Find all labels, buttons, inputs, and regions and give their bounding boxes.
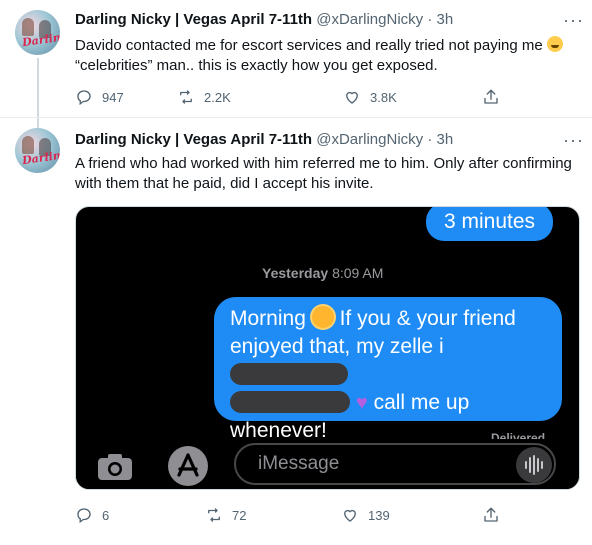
- tweet-image[interactable]: 3 minutes Yesterday 8:09 AM Morning If y…: [75, 206, 580, 490]
- redaction-block: [230, 391, 350, 413]
- tweet[interactable]: Darling Darling Nicky | Vegas April 7-11…: [0, 0, 592, 128]
- message-bubble: 3 minutes: [426, 207, 553, 241]
- reply-icon: [77, 90, 91, 106]
- app-store-icon: [168, 446, 208, 486]
- tweet-text: Davido contacted me for escort services …: [75, 36, 580, 76]
- share-button[interactable]: [482, 506, 509, 524]
- share-button[interactable]: [482, 88, 509, 106]
- tweet-actions: 947 2.2K 3.8K: [75, 88, 498, 108]
- display-name[interactable]: Darling Nicky | Vegas April 7-11th: [75, 11, 312, 28]
- avatar-figure: [22, 136, 34, 154]
- share-icon: [484, 507, 498, 522]
- tweet-text: A friend who had worked with him referre…: [75, 155, 572, 192]
- reply-count: 947: [102, 89, 124, 105]
- tweet-text-part: “celebrities” man.. this is exactly how …: [75, 57, 438, 74]
- avatar[interactable]: Darling: [15, 128, 60, 173]
- separator-dot: ·: [427, 131, 433, 148]
- laughing-emoji-icon: [546, 36, 563, 52]
- camera-icon: [98, 454, 132, 480]
- reply-icon: [77, 508, 91, 524]
- timestamp-time: 8:09 AM: [332, 265, 384, 281]
- reply-count: 6: [102, 507, 110, 523]
- message-bubble: Morning If you & your friend enjoyed tha…: [214, 297, 562, 442]
- avatar-figure: [22, 18, 34, 36]
- separator-dot: ·: [427, 11, 433, 28]
- share-icon: [484, 89, 498, 104]
- timestamp-day: Yesterday: [262, 265, 329, 281]
- tweet-header: Darling Nicky | Vegas April 7-11th @xDar…: [75, 10, 453, 30]
- redacted-link: [230, 391, 350, 414]
- retweet-icon: [180, 90, 192, 104]
- message-text: enjoyed that, my zelle i: [230, 335, 444, 358]
- avatar[interactable]: Darling: [15, 10, 60, 55]
- sun-emoji-icon: [311, 306, 334, 328]
- retweet-count: 2.2K: [204, 89, 231, 105]
- message-text: call me up: [373, 391, 470, 414]
- like-count: 139: [368, 507, 390, 523]
- tweet-header: Darling Nicky | Vegas April 7-11th @xDar…: [75, 130, 453, 150]
- reply-button[interactable]: 947: [75, 88, 124, 106]
- more-options-icon[interactable]: ···: [563, 11, 584, 29]
- retweet-button[interactable]: 72: [205, 506, 246, 524]
- audio-waveform-icon: [516, 447, 552, 483]
- redaction-block: [230, 363, 348, 385]
- more-options-icon[interactable]: ···: [563, 131, 584, 149]
- retweet-count: 72: [232, 507, 247, 523]
- reply-button[interactable]: 6: [75, 506, 109, 524]
- retweet-button[interactable]: 2.2K: [177, 88, 231, 106]
- tweet-timestamp[interactable]: 3h: [437, 131, 454, 148]
- user-handle[interactable]: @xDarlingNicky: [316, 131, 423, 148]
- message-timestamp: Yesterday 8:09 AM: [76, 265, 579, 281]
- tweet-timestamp[interactable]: 3h: [437, 11, 454, 28]
- like-button[interactable]: 139: [341, 506, 390, 524]
- message-text: Morning: [230, 307, 306, 330]
- display-name[interactable]: Darling Nicky | Vegas April 7-11th: [75, 131, 312, 148]
- message-text: If you & your friend: [339, 307, 516, 330]
- heart-icon: [344, 509, 356, 522]
- like-button[interactable]: 3.8K: [343, 88, 397, 106]
- imessage-input: iMessage: [234, 443, 556, 485]
- purple-heart-emoji-icon: ♥: [355, 392, 368, 414]
- retweet-icon: [208, 508, 220, 522]
- tweet-actions: 6 72 139: [75, 506, 498, 526]
- like-count: 3.8K: [370, 89, 397, 105]
- tweet-divider: [0, 117, 592, 118]
- user-handle[interactable]: @xDarlingNicky: [316, 11, 423, 28]
- tweet-text-part: Davido contacted me for escort services …: [75, 37, 543, 54]
- tweet[interactable]: Darling Darling Nicky | Vegas April 7-11…: [0, 118, 592, 545]
- heart-icon: [346, 91, 358, 104]
